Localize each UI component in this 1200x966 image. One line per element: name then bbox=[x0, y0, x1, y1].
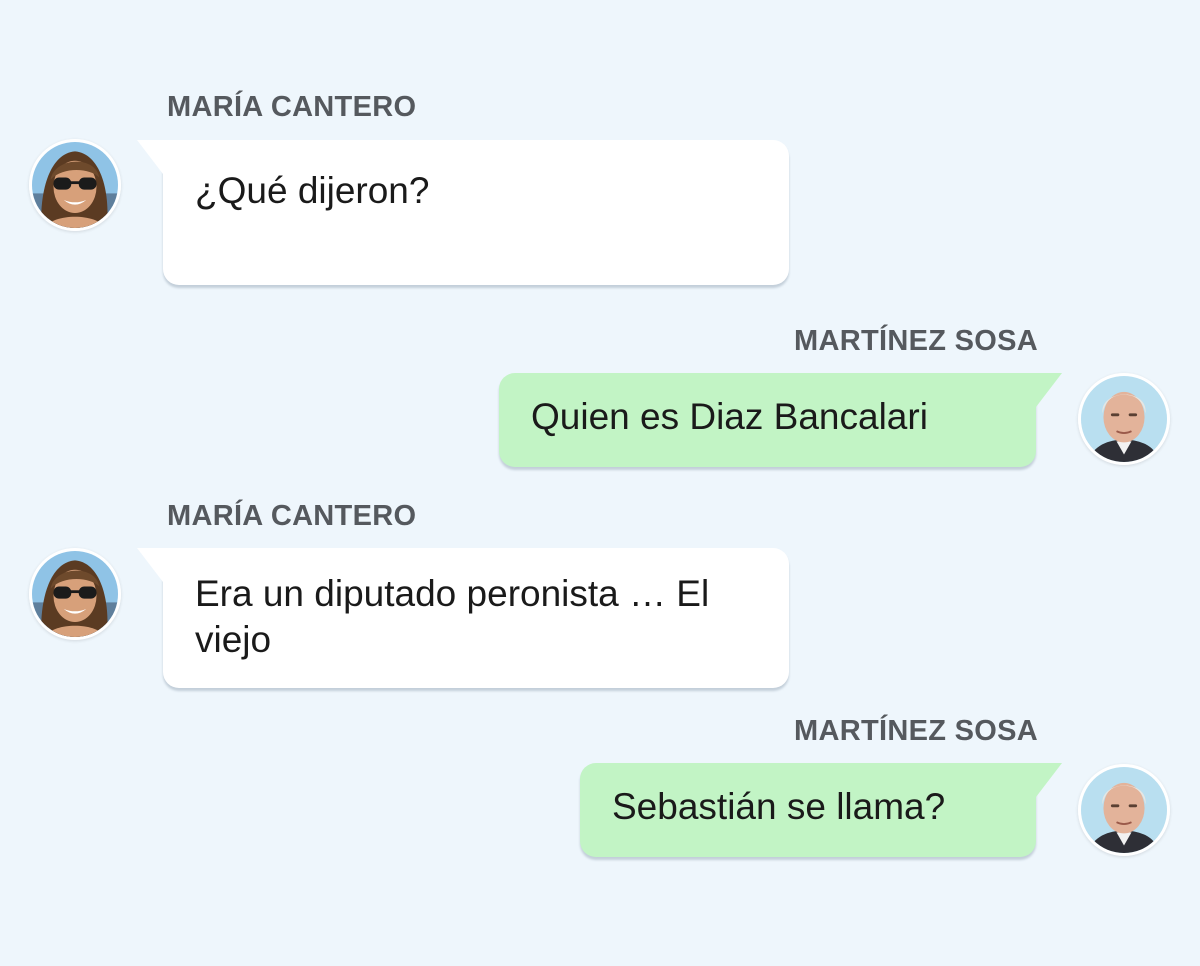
avatar[interactable] bbox=[29, 548, 121, 640]
sender-name: MARÍA CANTERO bbox=[167, 91, 417, 123]
bubble-tail bbox=[1036, 373, 1062, 407]
message-bubble[interactable]: Era un diputado peronista … El viejo bbox=[137, 548, 789, 688]
message-bubble[interactable]: ¿Qué dijeron? bbox=[137, 140, 789, 285]
older-man-avatar-icon bbox=[1081, 376, 1167, 462]
woman-sunglasses-avatar-icon bbox=[32, 142, 118, 228]
sender-name: MARTÍNEZ SOSA bbox=[794, 715, 1038, 747]
message-text: Era un diputado peronista … El viejo bbox=[195, 573, 710, 660]
avatar[interactable] bbox=[29, 139, 121, 231]
older-man-avatar-icon bbox=[1081, 767, 1167, 853]
bubble-tail bbox=[1036, 763, 1062, 797]
woman-sunglasses-avatar-icon bbox=[32, 551, 118, 637]
message-bubble[interactable]: Quien es Diaz Bancalari bbox=[499, 373, 1062, 467]
message-text: Quien es Diaz Bancalari bbox=[531, 396, 928, 437]
message-bubble[interactable]: Sebastián se llama? bbox=[580, 763, 1062, 857]
message-text: Sebastián se llama? bbox=[612, 786, 946, 827]
sender-name: MARTÍNEZ SOSA bbox=[794, 325, 1038, 357]
message-text: ¿Qué dijeron? bbox=[195, 170, 430, 211]
bubble-tail bbox=[137, 140, 163, 174]
avatar[interactable] bbox=[1078, 373, 1170, 465]
sender-name: MARÍA CANTERO bbox=[167, 500, 417, 532]
bubble-tail bbox=[137, 548, 163, 582]
avatar[interactable] bbox=[1078, 764, 1170, 856]
